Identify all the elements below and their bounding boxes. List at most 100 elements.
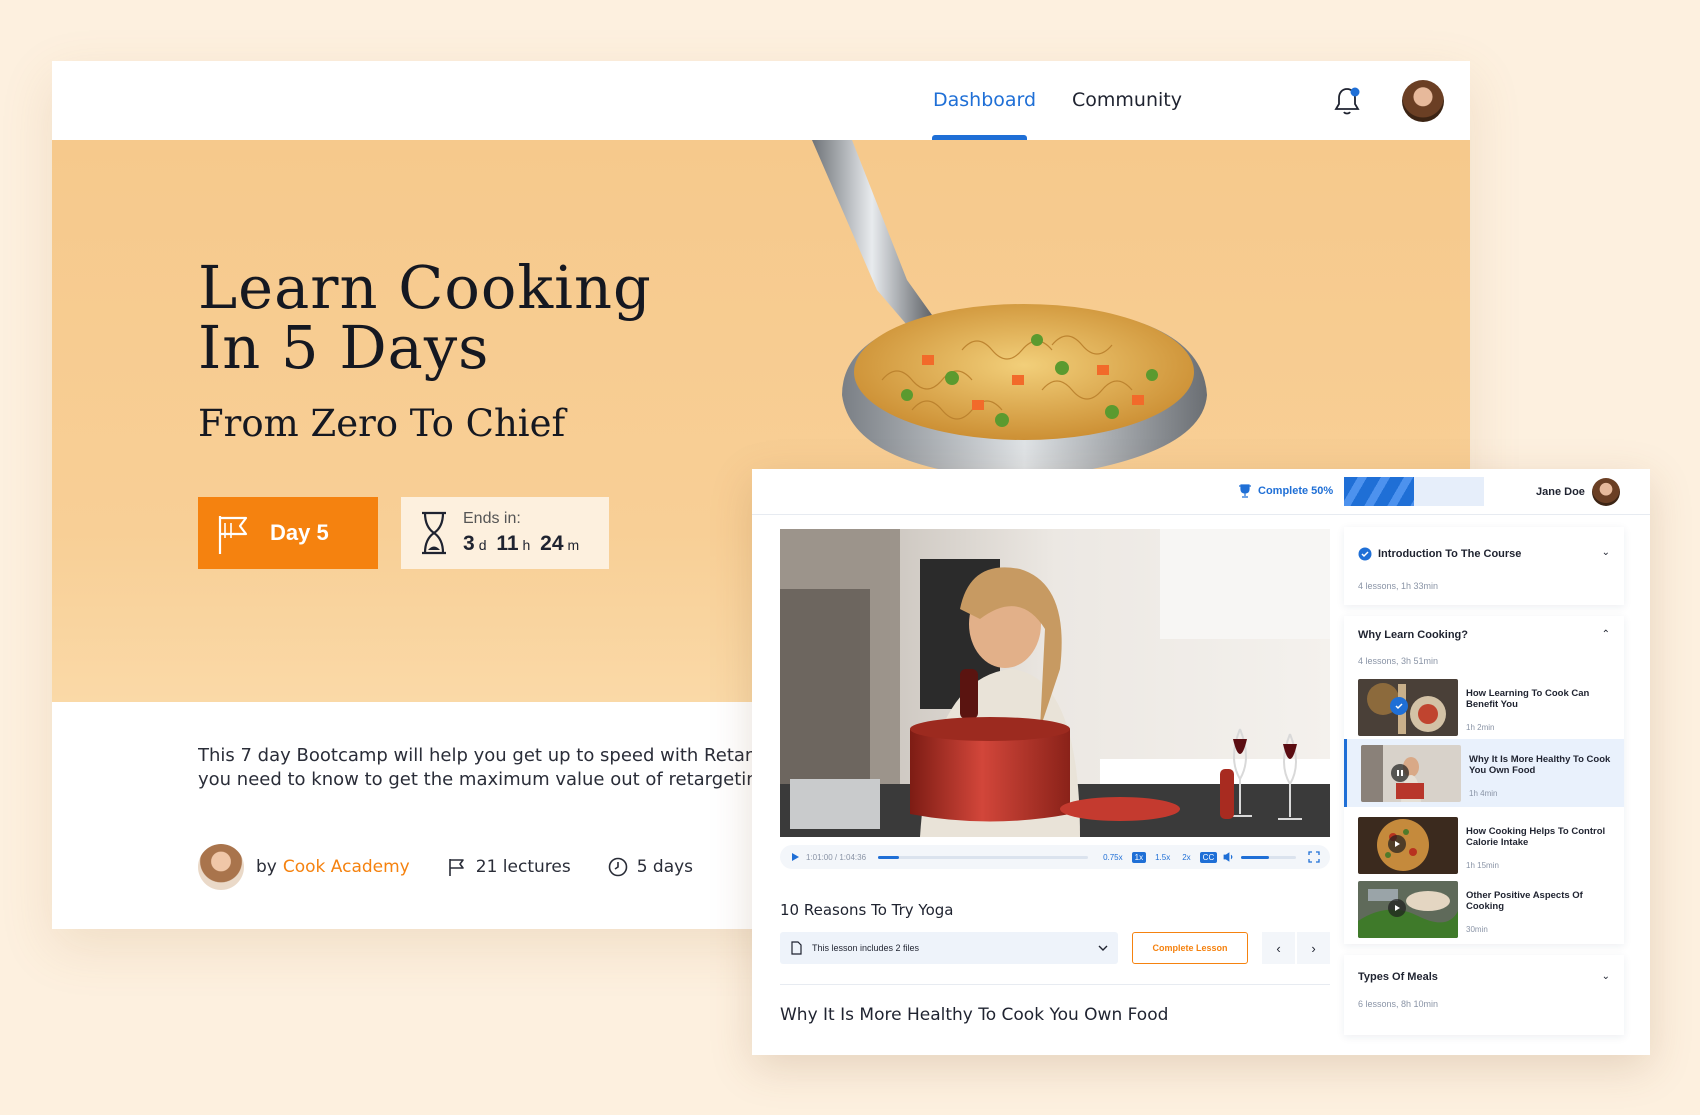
trophy-icon [1239, 484, 1251, 498]
play-icon [1388, 835, 1406, 853]
countdown-value: 3d 11 h 24 m [463, 532, 583, 556]
course-title-line1: Learn Cooking [198, 253, 652, 322]
volume-fill [1241, 855, 1269, 859]
lesson-thumbnail [1358, 817, 1458, 874]
section-header[interactable]: Why Learn Cooking? [1358, 629, 1468, 641]
fullscreen-icon[interactable] [1308, 851, 1320, 863]
speed-option[interactable]: 1x [1131, 851, 1147, 863]
nav-community[interactable]: Community [1072, 89, 1182, 111]
lesson-item-title: How Learning To Cook Can Benefit You [1466, 688, 1590, 710]
user-name: Jane Doe [1536, 486, 1585, 498]
user-avatar-small[interactable] [1592, 478, 1620, 506]
section-meta: 4 lessons, 3h 51min [1358, 656, 1439, 666]
lesson-item-title: Other Positive Aspects Of Cooking [1466, 890, 1583, 912]
lectures-label: 21 lectures [475, 857, 571, 877]
course-progress-fill [1344, 477, 1414, 506]
lesson-item[interactable]: Other Positive Aspects Of Cooking 30min [1344, 875, 1624, 943]
course-progress-bar [1344, 477, 1484, 506]
volume-slider[interactable] [1241, 855, 1297, 859]
lesson-item-duration: 1h 15min [1466, 861, 1499, 870]
lesson-thumbnail [1358, 679, 1458, 736]
file-icon [791, 941, 802, 955]
lesson-player-page: Complete 50% Jane Doe 1:01:00 / 1:04:36 … [752, 469, 1650, 1055]
countdown-hours: 11 [496, 532, 519, 555]
lesson-item-active[interactable]: Why It Is More Healthy To Cook You Own F… [1344, 739, 1624, 807]
section-types-of-meals[interactable]: Types Of Meals ⌄ 6 lessons, 8h 10min [1344, 955, 1624, 1035]
lesson-navigation: ‹ › [1262, 932, 1330, 964]
video-time: 1:01:00 / 1:04:36 [806, 852, 867, 862]
complete-lesson-button[interactable]: Complete Lesson [1132, 932, 1248, 964]
check-circle-icon [1358, 547, 1372, 561]
top-navigation: Dashboard Community [52, 61, 1470, 140]
section-title: Why Learn Cooking? [1358, 629, 1468, 641]
lesson-thumbnail [1361, 745, 1461, 802]
countdown-days: 3 [463, 532, 475, 555]
section-introduction[interactable]: Introduction To The Course ⌄ 4 lessons, … [1344, 527, 1624, 605]
section-title: Types Of Meals [1358, 971, 1438, 983]
lesson-item-duration: 30min [1466, 925, 1488, 934]
player-header: Complete 50% Jane Doe [752, 469, 1650, 515]
lectures-count: 21 lectures [446, 856, 571, 878]
countdown-hours-unit: h [522, 537, 531, 553]
author-link[interactable]: Cook Academy [283, 857, 410, 877]
pause-icon [1391, 764, 1409, 782]
chevron-down-icon [1098, 945, 1108, 951]
speed-option[interactable]: 2x [1179, 852, 1193, 863]
course-description: This 7 day Bootcamp will help you get up… [198, 744, 758, 792]
section-header[interactable]: Introduction To The Course [1358, 547, 1521, 561]
course-meta: by Cook Academy 21 lectures 5 days [198, 844, 693, 890]
video-seek-fill [878, 855, 900, 859]
lesson-title: 10 Reasons To Try Yoga [780, 901, 954, 919]
countdown-box: Ends in: 3d 11 h 24 m [401, 497, 609, 569]
lesson-item-title: Why It Is More Healthy To Cook You Own F… [1469, 754, 1611, 776]
completion-status: Complete 50% [1238, 484, 1333, 498]
lesson-video[interactable] [780, 529, 1330, 837]
duration-label: 5 days [636, 857, 694, 877]
speed-option[interactable]: 0.75x [1100, 852, 1126, 863]
divider [780, 984, 1330, 985]
completed-badge-icon [1390, 697, 1408, 715]
volume-icon[interactable] [1223, 852, 1235, 862]
lesson-item-title: How Cooking Helps To Control Calorie Int… [1466, 826, 1606, 848]
soup-ladle-image [812, 140, 1207, 480]
nav-dashboard[interactable]: Dashboard [933, 89, 1036, 111]
countdown-minutes-unit: m [567, 537, 580, 553]
lesson-item[interactable]: How Cooking Helps To Control Calorie Int… [1344, 811, 1624, 879]
next-lesson-button[interactable]: › [1297, 932, 1330, 964]
previous-lesson-button[interactable]: ‹ [1262, 932, 1295, 964]
course-description-line2: you need to know to get the maximum valu… [198, 769, 758, 790]
speed-option[interactable]: 1.5x [1152, 852, 1173, 863]
lesson-item-duration: 1h 4min [1469, 789, 1498, 798]
lesson-thumbnail [1358, 881, 1458, 938]
hourglass-icon [422, 511, 446, 555]
section-meta: 4 lessons, 1h 33min [1358, 581, 1439, 591]
author-avatar [198, 844, 244, 890]
course-duration: 5 days [607, 856, 693, 878]
lesson-item[interactable]: How Learning To Cook Can Benefit You 1h … [1344, 673, 1624, 741]
play-icon[interactable] [790, 852, 800, 862]
section-title: Introduction To The Course [1378, 548, 1522, 560]
current-lesson-heading: Why It Is More Healthy To Cook You Own F… [780, 1005, 1169, 1025]
current-day-button[interactable]: Day 5 [198, 497, 378, 569]
countdown-days-unit: d [478, 537, 487, 553]
course-description-line1: This 7 day Bootcamp will help you get up… [198, 745, 758, 766]
video-controls: 1:01:00 / 1:04:36 0.75x 1x 1.5x 2x CC [780, 845, 1330, 869]
video-seek-bar[interactable] [878, 855, 1089, 859]
lesson-files-dropdown[interactable]: This lesson includes 2 files [780, 932, 1118, 964]
chevron-down-icon[interactable]: ⌄ [1602, 971, 1610, 982]
current-day-label: Day 5 [270, 520, 329, 545]
author-by: by [256, 857, 277, 877]
flag-outline-icon [448, 859, 464, 876]
course-subtitle: From Zero To Chief [198, 402, 566, 445]
chevron-up-icon[interactable]: ⌃ [1602, 629, 1610, 640]
chevron-down-icon[interactable]: ⌄ [1602, 547, 1610, 558]
play-icon [1388, 899, 1406, 917]
bell-icon[interactable] [1332, 85, 1362, 117]
section-meta: 6 lessons, 8h 10min [1358, 999, 1439, 1009]
captions-button[interactable]: CC [1199, 851, 1218, 863]
lesson-files-label: This lesson includes 2 files [812, 943, 920, 953]
user-avatar[interactable] [1402, 80, 1444, 122]
section-header[interactable]: Types Of Meals [1358, 971, 1438, 983]
section-why-learn-cooking: Why Learn Cooking? ⌃ 4 lessons, 3h 51min… [1344, 616, 1624, 944]
course-title: Learn Cooking In 5 Days [198, 258, 652, 378]
